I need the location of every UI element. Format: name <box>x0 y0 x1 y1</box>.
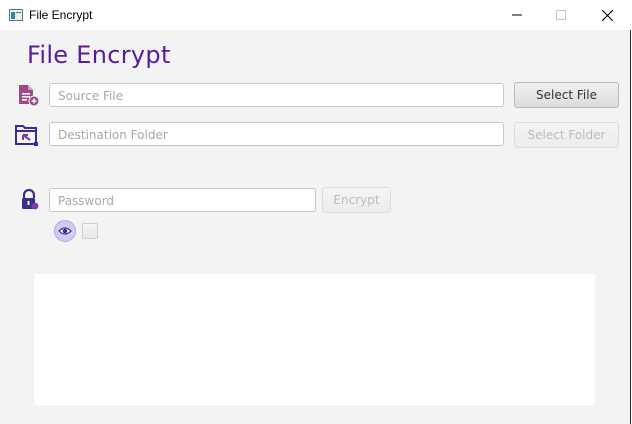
password-field[interactable]: Password <box>49 188 316 212</box>
select-file-button[interactable]: Select File <box>514 82 619 108</box>
select-folder-button[interactable]: Select Folder <box>514 122 619 148</box>
destination-folder-field[interactable]: Destination Folder <box>49 122 504 146</box>
app-heading: File Encrypt <box>27 41 171 69</box>
encrypt-button[interactable]: Encrypt <box>322 187 391 213</box>
app-icon <box>9 8 23 21</box>
minimize-icon <box>512 14 522 16</box>
eye-icon <box>58 227 72 235</box>
window-titlebar: File Encrypt <box>0 0 632 30</box>
file-add-icon <box>15 82 41 108</box>
app-window: File Encrypt Source File Select File Des… <box>0 30 630 424</box>
source-file-field[interactable]: Source File <box>49 83 504 107</box>
show-password-toggle[interactable] <box>54 220 76 242</box>
maximize-icon <box>556 10 566 20</box>
minimize-button[interactable] <box>494 0 540 30</box>
maximize-button[interactable] <box>538 0 584 30</box>
folder-open-icon <box>14 122 40 148</box>
show-password-checkbox[interactable] <box>82 223 98 239</box>
close-icon <box>601 9 613 21</box>
close-button[interactable] <box>584 0 630 30</box>
lock-icon <box>18 188 44 214</box>
output-area <box>34 274 595 405</box>
window-title: File Encrypt <box>29 8 93 22</box>
